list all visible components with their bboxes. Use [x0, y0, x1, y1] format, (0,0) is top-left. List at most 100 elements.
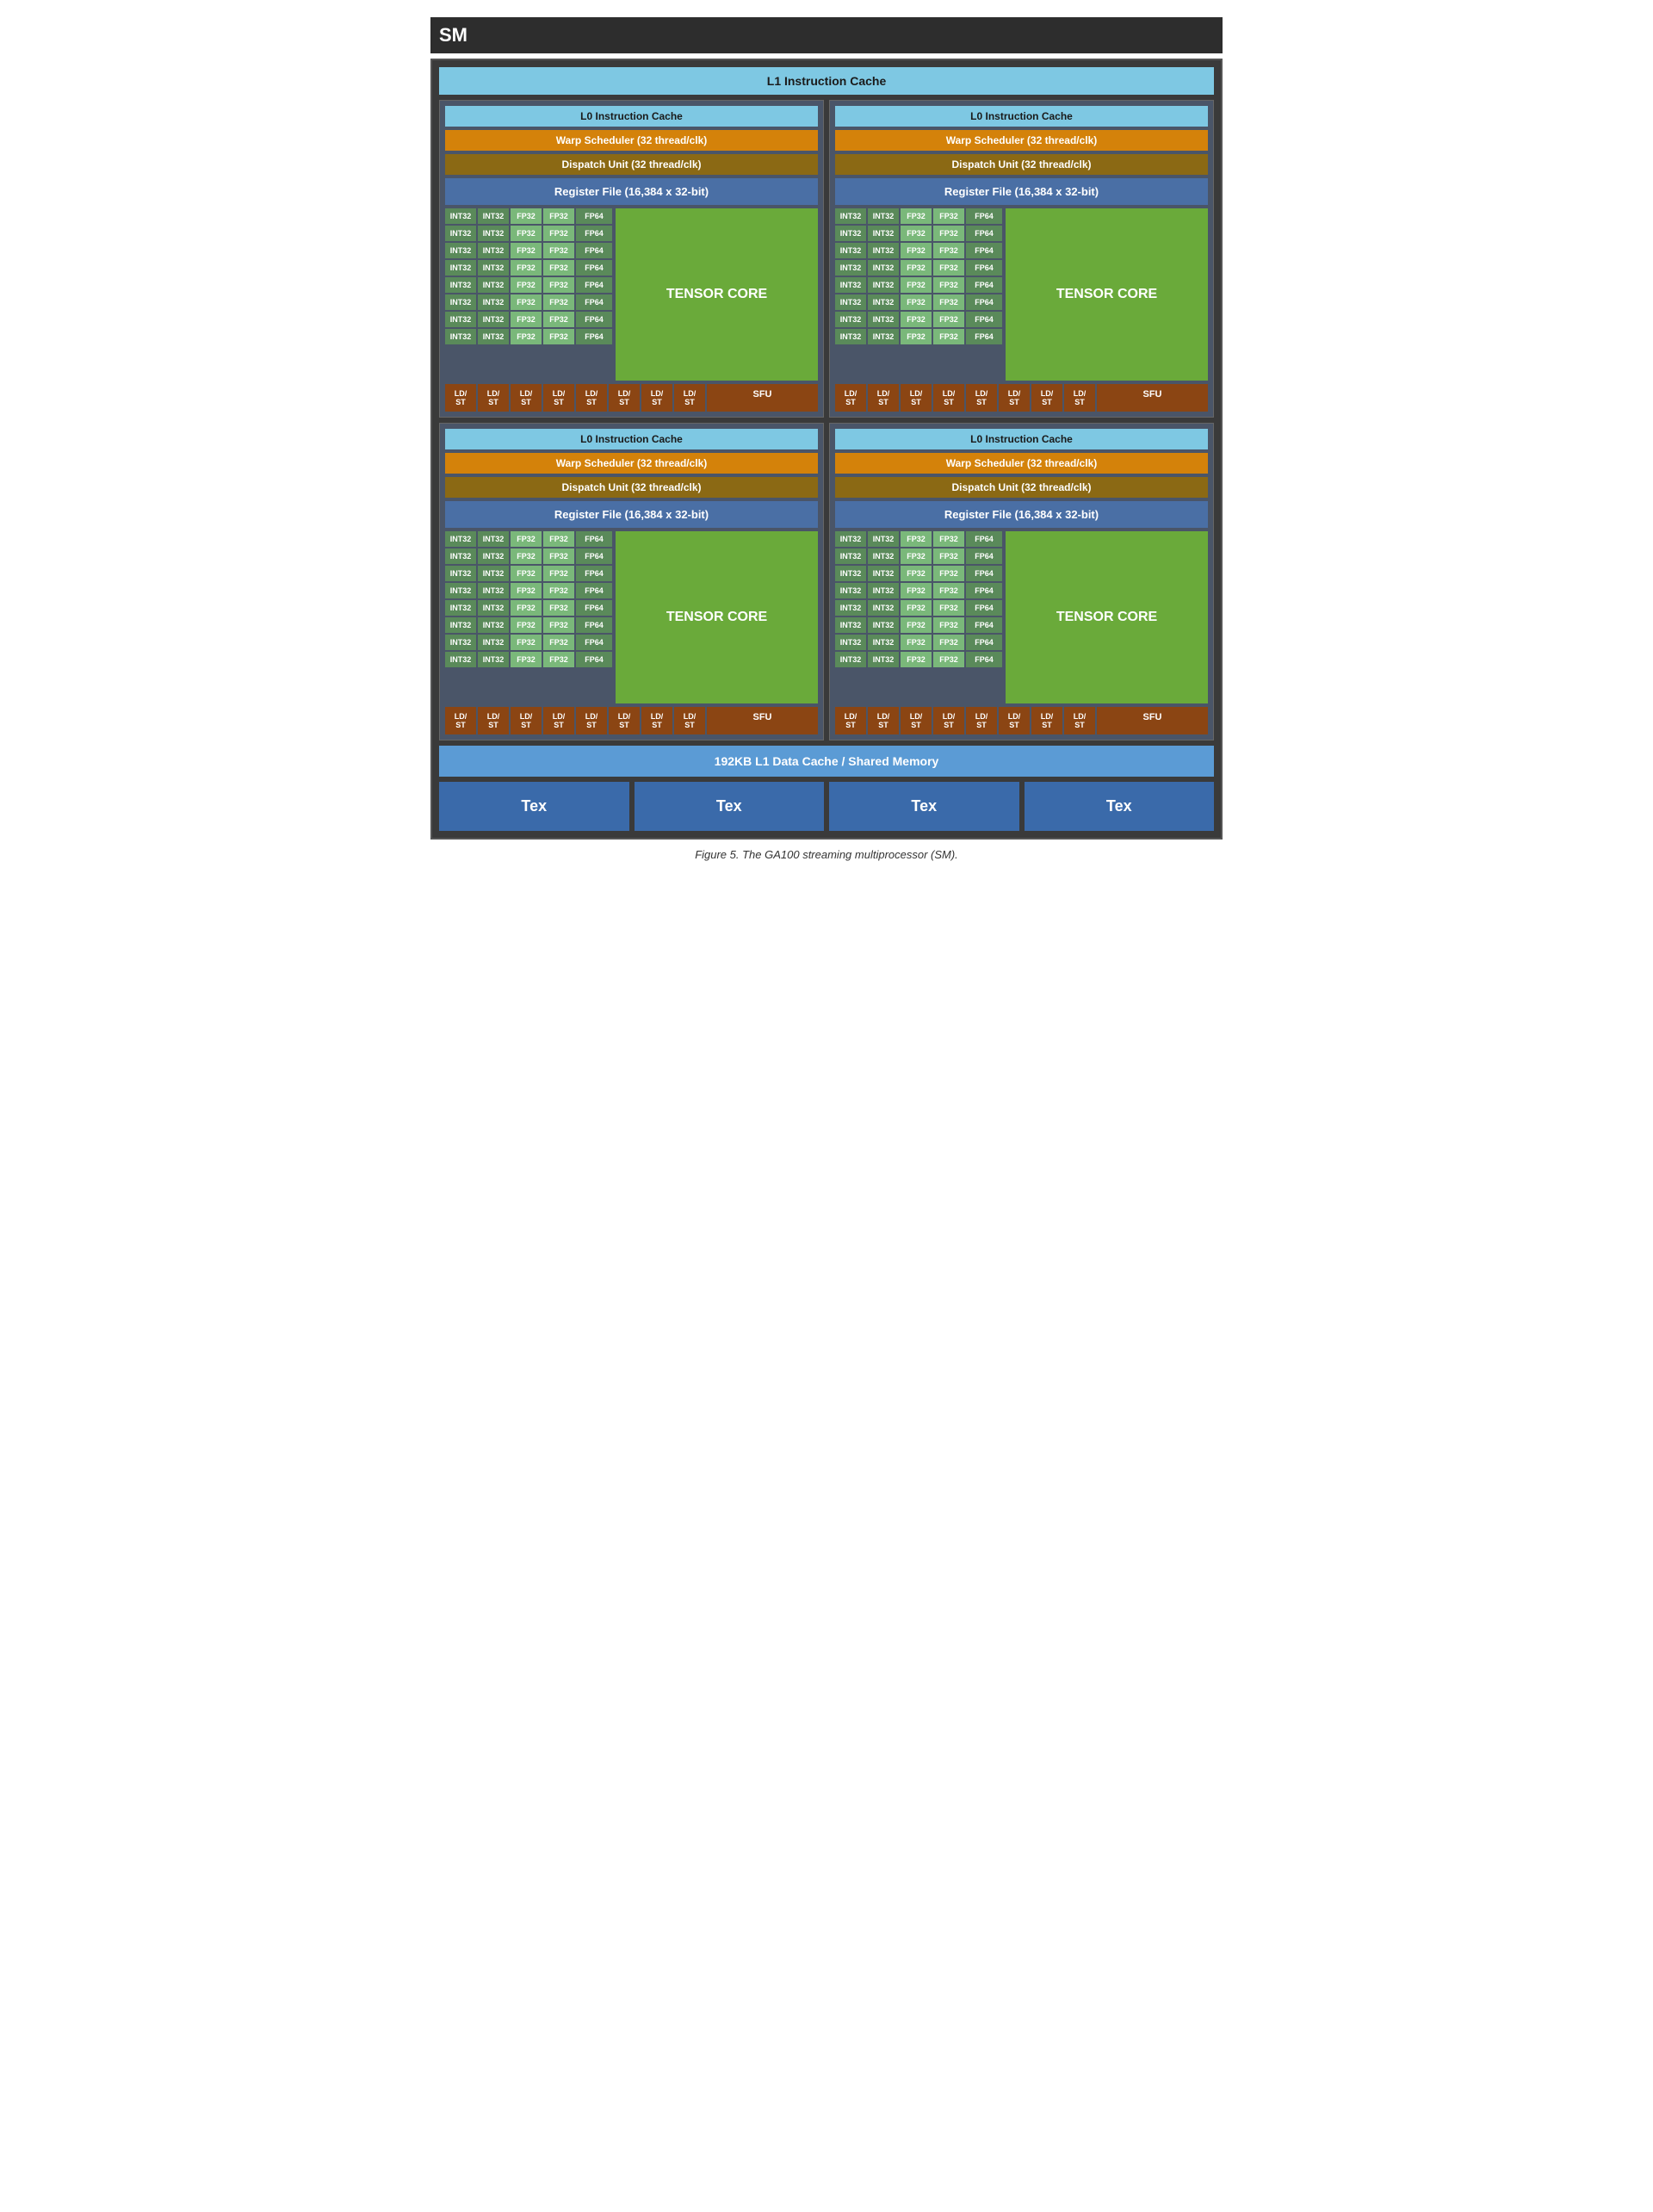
fp32-core: FP32: [933, 243, 964, 258]
int32-core: INT32: [835, 260, 866, 276]
ld-st: LD/ST: [478, 707, 509, 734]
ld-st: LD/ST: [478, 384, 509, 412]
fp32-core: FP32: [901, 531, 932, 547]
tensor-core-4: TENSOR CORE: [1006, 531, 1208, 703]
core-row: INT32 INT32 FP32 FP32 FP64: [835, 566, 1002, 581]
fp32-core: FP32: [543, 329, 574, 344]
ld-st: LD/ST: [1064, 384, 1095, 412]
l1-instruction-cache: L1 Instruction Cache: [439, 67, 1214, 95]
tensor-core-1: TENSOR CORE: [616, 208, 818, 381]
int32-core: INT32: [868, 652, 899, 667]
ld-st: LD/ST: [445, 384, 476, 412]
fp32-core: FP32: [543, 635, 574, 650]
fp32-core: FP32: [901, 329, 932, 344]
ld-st: LD/ST: [901, 384, 932, 412]
fp32-core: FP32: [933, 652, 964, 667]
int32-core: INT32: [478, 531, 509, 547]
fp32-core: FP32: [901, 260, 932, 276]
int32-core: INT32: [868, 600, 899, 616]
core-row: INT32 INT32 FP32 FP32 FP64: [445, 635, 612, 650]
fp64-core: FP64: [966, 652, 1002, 667]
int32-core: INT32: [868, 566, 899, 581]
int32-core: INT32: [868, 243, 899, 258]
int32-core: INT32: [868, 617, 899, 633]
int32-core: INT32: [835, 312, 866, 327]
int32-core: INT32: [478, 548, 509, 564]
cuda-cores-1: INT32 INT32 FP32 FP32 FP64 INT32 INT32 F…: [445, 208, 612, 381]
int32-core: INT32: [478, 566, 509, 581]
ld-st: LD/ST: [543, 384, 574, 412]
core-row: INT32 INT32 FP32 FP32 FP64: [835, 277, 1002, 293]
dispatch-unit-2: Dispatch Unit (32 thread/clk): [835, 154, 1208, 175]
ld-st: LD/ST: [901, 707, 932, 734]
int32-core: INT32: [478, 652, 509, 667]
fp32-core: FP32: [543, 226, 574, 241]
int32-core: INT32: [478, 277, 509, 293]
register-file-4: Register File (16,384 x 32-bit): [835, 501, 1208, 528]
int32-core: INT32: [868, 635, 899, 650]
fp32-core: FP32: [933, 566, 964, 581]
fp64-core: FP64: [576, 260, 612, 276]
fp32-core: FP32: [511, 566, 542, 581]
warp-scheduler-2: Warp Scheduler (32 thread/clk): [835, 130, 1208, 151]
int32-core: INT32: [445, 566, 476, 581]
ld-st: LD/ST: [835, 707, 866, 734]
l0-cache-4: L0 Instruction Cache: [835, 429, 1208, 449]
core-row: INT32 INT32 FP32 FP32 FP64: [835, 243, 1002, 258]
int32-core: INT32: [835, 548, 866, 564]
int32-core: INT32: [478, 600, 509, 616]
int32-core: INT32: [445, 652, 476, 667]
core-row: INT32 INT32 FP32 FP32 FP64: [835, 260, 1002, 276]
fp64-core: FP64: [576, 600, 612, 616]
cuda-cores-3: INT32 INT32 FP32 FP32 FP64 INT32 INT32 F…: [445, 531, 612, 703]
cores-area-2: INT32 INT32 FP32 FP32 FP64 INT32 INT32 F…: [835, 208, 1208, 381]
fp32-core: FP32: [933, 208, 964, 224]
figure-caption: Figure 5. The GA100 streaming multiproce…: [695, 848, 958, 861]
fp64-core: FP64: [966, 566, 1002, 581]
core-row: INT32 INT32 FP32 FP32 FP64: [835, 635, 1002, 650]
int32-core: INT32: [868, 226, 899, 241]
int32-core: INT32: [445, 531, 476, 547]
fp32-core: FP32: [933, 329, 964, 344]
fp32-core: FP32: [511, 635, 542, 650]
fp32-core: FP32: [511, 277, 542, 293]
fp64-core: FP64: [576, 583, 612, 598]
fp32-core: FP32: [511, 583, 542, 598]
ld-st: LD/ST: [576, 707, 607, 734]
int32-core: INT32: [445, 548, 476, 564]
ld-st: LD/ST: [576, 384, 607, 412]
fp32-core: FP32: [901, 566, 932, 581]
core-row: INT32 INT32 FP32 FP32 FP64: [445, 243, 612, 258]
cores-area-1: INT32 INT32 FP32 FP32 FP64 INT32 INT32 F…: [445, 208, 818, 381]
fp32-core: FP32: [543, 531, 574, 547]
int32-core: INT32: [478, 226, 509, 241]
core-row: INT32 INT32 FP32 FP32 FP64: [835, 617, 1002, 633]
core-row: INT32 INT32 FP32 FP32 FP64: [835, 652, 1002, 667]
fp32-core: FP32: [511, 208, 542, 224]
ld-st-sfu-row-1: LD/ST LD/ST LD/ST LD/ST LD/ST LD/ST LD/S…: [445, 384, 818, 412]
tex-unit-4: Tex: [1025, 782, 1215, 831]
quadrants-row-bottom: L0 Instruction Cache Warp Scheduler (32 …: [439, 423, 1214, 740]
ld-st: LD/ST: [999, 384, 1030, 412]
core-row: INT32 INT32 FP32 FP32 FP64: [835, 531, 1002, 547]
register-file-2: Register File (16,384 x 32-bit): [835, 178, 1208, 205]
fp32-core: FP32: [933, 635, 964, 650]
l1-data-cache: 192KB L1 Data Cache / Shared Memory: [439, 746, 1214, 777]
fp64-core: FP64: [576, 531, 612, 547]
ld-st: LD/ST: [641, 707, 672, 734]
int32-core: INT32: [835, 329, 866, 344]
fp32-core: FP32: [933, 548, 964, 564]
ld-st: LD/ST: [543, 707, 574, 734]
ld-st: LD/ST: [641, 384, 672, 412]
sfu-1: SFU: [707, 384, 818, 412]
ld-st: LD/ST: [868, 707, 899, 734]
core-row: INT32 INT32 FP32 FP32 FP64: [445, 652, 612, 667]
core-row: INT32 INT32 FP32 FP32 FP64: [445, 226, 612, 241]
dispatch-unit-1: Dispatch Unit (32 thread/clk): [445, 154, 818, 175]
core-row: INT32 INT32 FP32 FP32 FP64: [835, 312, 1002, 327]
fp64-core: FP64: [576, 294, 612, 310]
fp64-core: FP64: [576, 226, 612, 241]
core-row: INT32 INT32 FP32 FP32 FP64: [445, 260, 612, 276]
ld-st-sfu-row-4: LD/ST LD/ST LD/ST LD/ST LD/ST LD/ST LD/S…: [835, 707, 1208, 734]
int32-core: INT32: [478, 243, 509, 258]
